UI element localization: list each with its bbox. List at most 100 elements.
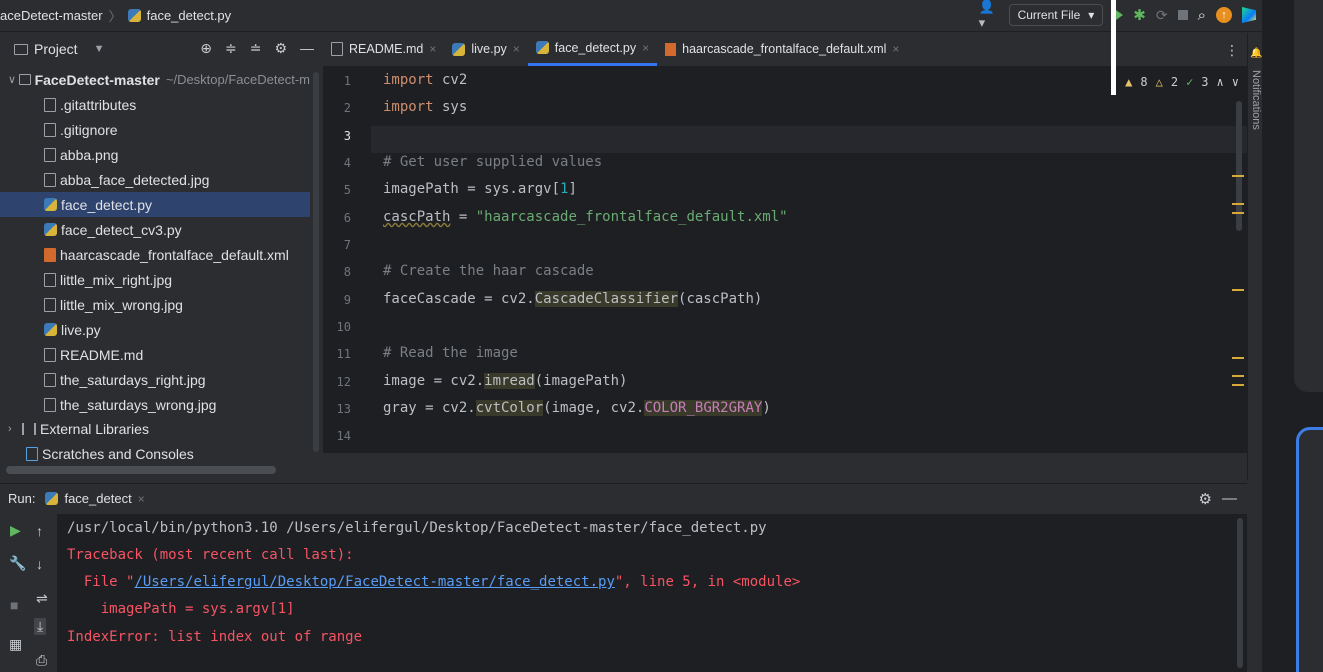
layout-icon[interactable]: ▦ (9, 636, 22, 653)
tab-face-detect[interactable]: face_detect.py × (527, 32, 658, 66)
gear-icon[interactable]: ⚙ (274, 40, 287, 57)
code-editor[interactable]: 1 2 3 4 5 6 7 8 9 10 11 12 13 14 import … (323, 67, 1247, 453)
coverage-icon[interactable]: ⟳ (1156, 7, 1168, 24)
code-text: ] (568, 181, 577, 197)
tree-item[interactable]: abba_face_detected.jpg (0, 167, 310, 192)
rerun-icon[interactable]: ▶ (10, 522, 21, 539)
tree-item[interactable]: abba.png (0, 142, 310, 167)
tree-item[interactable]: live.py (0, 317, 310, 342)
minimize-icon[interactable]: — (1222, 490, 1237, 508)
tab-readme[interactable]: README.md × (323, 32, 444, 66)
console-text: File " (67, 574, 135, 590)
line-gutter: 1 2 3 4 5 6 7 8 9 10 11 12 13 14 (323, 67, 371, 453)
warning-marker[interactable] (1232, 203, 1244, 205)
image-icon (44, 397, 56, 412)
image-icon (44, 172, 56, 187)
tree-item[interactable]: haarcascade_frontalface_default.xml (0, 242, 310, 267)
keyword: import (383, 72, 434, 88)
run-toolbar: ▶ ↑ 🔧 ↓ ■ ⇌ ⤓ ▦ ⎙ (0, 514, 57, 672)
python-icon (44, 323, 57, 336)
warning-marker[interactable] (1232, 212, 1244, 214)
chevron-down-icon[interactable]: ∨ (1232, 75, 1239, 89)
background-card-focused (1296, 427, 1323, 672)
tree-item[interactable]: little_mix_wrong.jpg (0, 292, 310, 317)
stop-icon[interactable] (1177, 10, 1188, 20)
breadcrumb-project[interactable]: aceDetect-master (0, 8, 103, 23)
collapse-all-icon[interactable]: ≐ (250, 40, 262, 57)
tree-root[interactable]: ∨ FaceDetect-master ~/Desktop/FaceDetect… (0, 67, 310, 92)
add-user-icon[interactable]: 👤▾ (979, 0, 999, 30)
expand-all-icon[interactable]: ≑ (225, 40, 237, 57)
python-icon (535, 41, 549, 54)
print-icon[interactable]: ⎙ (36, 652, 47, 669)
run-tab[interactable]: face_detect × (45, 491, 145, 506)
jetbrains-icon[interactable] (1242, 7, 1256, 23)
editor-tabs: README.md × live.py × face_detect.py × h… (323, 32, 1247, 67)
chevron-up-icon[interactable]: ∧ (1217, 75, 1224, 89)
more-vertical-icon[interactable]: ⋮ (1225, 42, 1239, 59)
notifications-tab[interactable]: Notifications (1250, 70, 1262, 130)
soft-wrap-icon[interactable]: ⇌ (36, 590, 48, 607)
close-icon[interactable]: × (892, 42, 899, 56)
run-config-select[interactable]: Current File ▾ (1008, 4, 1104, 26)
debug-icon[interactable]: ✱ (1133, 6, 1146, 24)
markdown-icon (331, 42, 343, 56)
warning-marker[interactable] (1232, 384, 1244, 386)
tab-haarcascade[interactable]: haarcascade_frontalface_default.xml × (657, 32, 907, 66)
close-icon[interactable]: × (642, 41, 649, 55)
tree-scratches[interactable]: Scratches and Consoles (0, 441, 310, 466)
python-icon (44, 198, 57, 211)
warning-marker[interactable] (1232, 175, 1244, 177)
update-icon[interactable]: ↑ (1216, 7, 1232, 23)
tree-item[interactable]: little_mix_right.jpg (0, 267, 310, 292)
arrow-down-icon[interactable]: ↓ (36, 556, 43, 572)
scroll-to-end-icon[interactable]: ⤓ (34, 618, 47, 635)
breadcrumb: aceDetect-master 〉 face_detect.py (0, 6, 231, 25)
typo-count: 3 (1201, 75, 1209, 89)
wrench-icon[interactable]: 🔧 (9, 555, 26, 572)
tree-item[interactable]: .gitattributes (0, 92, 310, 117)
chevron-down-icon[interactable]: ∨ (8, 73, 19, 86)
project-tree: ∨ FaceDetect-master ~/Desktop/FaceDetect… (0, 67, 322, 480)
tree-item[interactable]: README.md (0, 342, 310, 367)
close-icon[interactable]: × (429, 42, 436, 56)
console-scrollbar[interactable] (1237, 518, 1243, 668)
bell-icon[interactable]: 🔔 (1250, 48, 1262, 59)
project-view-selector[interactable]: Project ▼ (14, 41, 104, 57)
project-horizontal-scrollbar[interactable] (6, 466, 276, 474)
warning-marker[interactable] (1232, 289, 1244, 291)
tree-item-selected[interactable]: face_detect.py (0, 192, 310, 217)
arrow-up-icon[interactable]: ↑ (36, 523, 43, 539)
line-number: 11 (336, 347, 351, 361)
inspection-widget[interactable]: ▲ 8 △ 2 ✓ 3 ∧ ∨ (1125, 75, 1239, 89)
console-text: ", line 5, in <module> (614, 574, 801, 590)
code-line: imagePath = sys.argv[1] (383, 181, 577, 197)
tree-external-libraries[interactable]: › External Libraries (0, 416, 310, 441)
warning-marker[interactable] (1232, 375, 1244, 377)
tree-item[interactable]: the_saturdays_wrong.jpg (0, 392, 310, 417)
minimize-icon[interactable]: — (300, 40, 314, 57)
locate-icon[interactable]: ⊕ (200, 40, 212, 57)
warning-marker[interactable] (1232, 357, 1244, 359)
run-console[interactable]: /usr/local/bin/python3.10 /Users/eliferg… (57, 514, 1247, 672)
tree-item[interactable]: .gitignore (0, 117, 310, 142)
close-icon[interactable]: × (513, 42, 520, 56)
gear-icon[interactable]: ⚙ (1199, 490, 1212, 508)
tree-item-label: haarcascade_frontalface_default.xml (60, 246, 289, 263)
tree-item-label: Scratches and Consoles (42, 445, 194, 462)
code-text: faceCascade = cv2. (383, 291, 535, 307)
tree-item[interactable]: the_saturdays_right.jpg (0, 367, 310, 392)
chevron-right-icon[interactable]: › (8, 423, 22, 435)
typo-icon: ✓ (1186, 75, 1194, 89)
tree-item[interactable]: face_detect_cv3.py (0, 217, 310, 242)
console-file-line: File "/Users/elifergul/Desktop/FaceDetec… (67, 574, 800, 590)
breadcrumb-file[interactable]: face_detect.py (147, 8, 232, 23)
search-icon[interactable]: ⌕ (1198, 7, 1206, 24)
tab-live[interactable]: live.py × (444, 32, 527, 66)
project-scrollbar[interactable] (313, 72, 319, 452)
close-icon[interactable]: × (138, 492, 145, 506)
stop-icon[interactable]: ■ (10, 597, 18, 613)
root-path: ~/Desktop/FaceDetect-m (165, 72, 310, 87)
console-file-link[interactable]: /Users/elifergul/Desktop/FaceDetect-mast… (134, 574, 614, 590)
code-line: import cv2 (383, 72, 467, 88)
